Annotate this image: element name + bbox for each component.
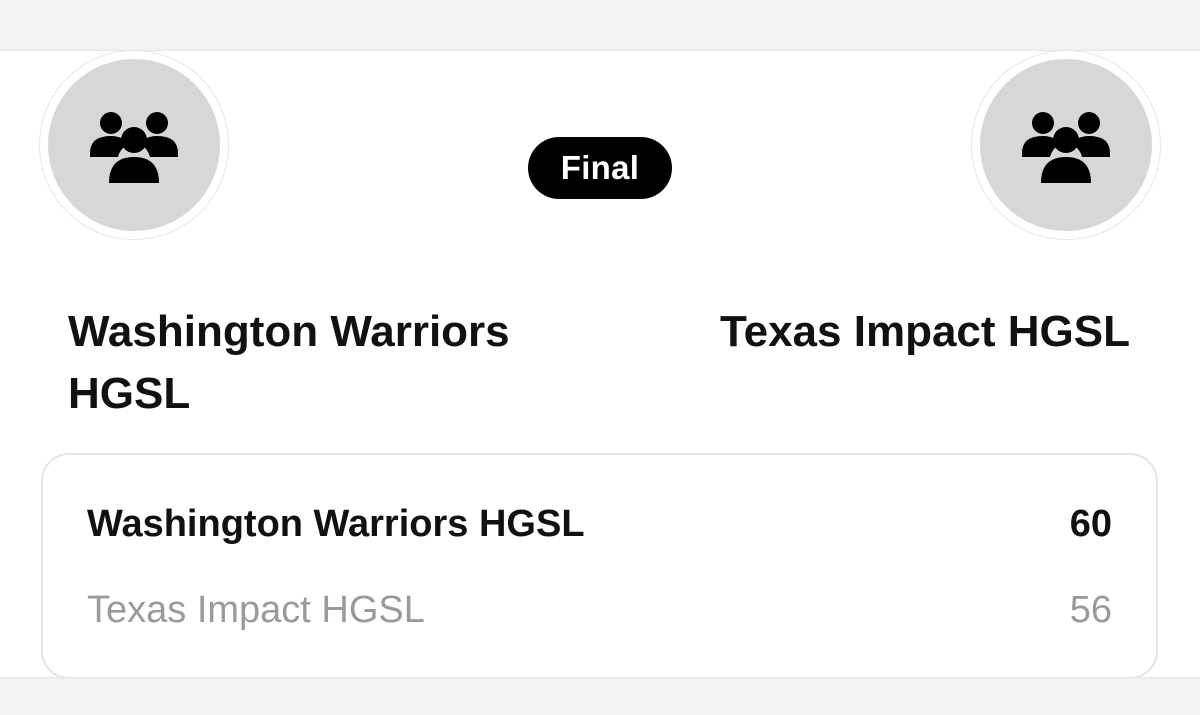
away-team-avatar-inner	[980, 59, 1152, 231]
away-team-name[interactable]: Texas Impact HGSL	[600, 301, 1130, 363]
game-status-badge: Final	[528, 137, 672, 199]
top-background	[0, 0, 1200, 50]
home-team-name[interactable]: Washington Warriors HGSL	[68, 301, 588, 425]
score-row-team: Washington Warriors HGSL	[87, 503, 585, 545]
score-summary: Washington Warriors HGSL 60 Texas Impact…	[41, 453, 1158, 679]
score-row-loser: Texas Impact HGSL 56	[87, 589, 1112, 632]
score-row-winner: Washington Warriors HGSL 60	[87, 503, 1112, 546]
bottom-background	[0, 678, 1200, 715]
home-team-avatar[interactable]	[40, 51, 228, 239]
score-row-score: 56	[1069, 589, 1112, 631]
score-row-team: Texas Impact HGSL	[87, 589, 425, 631]
game-card[interactable]: Final Washington Warriors HGSL Texas Imp…	[0, 50, 1200, 679]
away-team-avatar[interactable]	[972, 51, 1160, 239]
home-team-avatar-inner	[48, 59, 220, 231]
score-row-score: 60	[1069, 503, 1112, 545]
team-group-icon	[90, 112, 178, 183]
team-group-icon	[1022, 112, 1110, 183]
